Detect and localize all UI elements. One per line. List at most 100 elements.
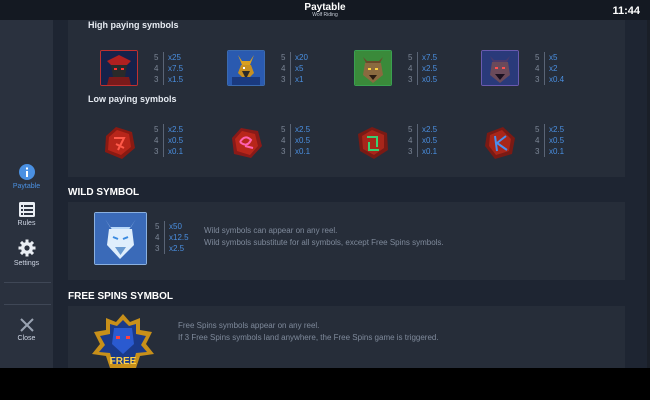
wild-description: Wild symbols can appear on any reel. Wil… [204,225,444,249]
pay-row: 5 x50 [155,221,189,232]
sidebar-item-settings[interactable]: Settings [0,239,53,267]
pay-row: 3 x0.4 [535,74,564,85]
wild-symbol [94,212,147,265]
pay-count: 5 [281,125,286,134]
pay-separator [417,63,418,74]
wild-ice-wolf-icon [95,213,146,264]
game-window: Paytable Wolf Riding 11:44 Paytable Rule… [0,0,650,368]
sidebar-item-paytable[interactable]: Paytable [0,164,53,190]
pay-separator [164,243,165,254]
symbol-high-2 [227,50,265,86]
pay-count: 3 [154,75,159,84]
pay-multiplier: x5 [295,64,304,73]
pay-row: 3 x0.1 [281,146,310,157]
pay-row: 4 x7.5 [154,63,183,74]
paytable-low-2: 5 x2.5 4 x0.5 3 x0.1 [281,124,310,157]
pay-count: 3 [408,147,413,156]
pay-multiplier: x0.1 [295,147,311,156]
pay-multiplier: x20 [295,53,308,62]
pay-multiplier: x2 [549,64,558,73]
pay-count: 5 [155,222,160,231]
clock: 11:44 [612,5,640,17]
pay-count: 4 [408,136,413,145]
pay-separator [290,74,291,85]
wild-section-title: WILD SYMBOL [68,187,140,198]
pay-row: 5 x7.5 [408,52,437,63]
pay-separator [290,146,291,157]
pay-count: 5 [154,53,159,62]
free-spins-description-line: Free Spins symbols appear on any reel. [178,321,320,330]
sidebar-item-rules[interactable]: Rules [0,202,53,227]
sidebar-item-label: Settings [13,260,40,267]
pay-count: 5 [535,125,540,134]
pay-multiplier: x25 [168,53,181,62]
pay-count: 3 [155,244,160,253]
werewolf-green-icon [355,51,391,85]
pay-row: 3 x2.5 [155,243,189,254]
wild-description-line: Wild symbols substitute for all symbols,… [204,238,444,247]
werewolf-purple-icon [482,51,518,85]
pay-multiplier: x7.5 [168,64,184,73]
symbol-low-3 [354,124,392,167]
paytable-content[interactable]: High paying symbols 5x25 4x7.5 3x1.5 [53,20,650,368]
sidebar-divider [4,282,51,283]
pay-multiplier: x2.5 [422,125,438,134]
anubis-jackal-icon [228,51,264,85]
symbol-high-1 [100,50,138,86]
pay-count: 3 [154,147,159,156]
close-button[interactable]: Close [0,318,53,342]
pay-row: 5 x2.5 [154,124,183,135]
paytable-high-1: 5 x25 4 x7.5 3 x1.5 [154,52,183,85]
pay-multiplier: x1 [295,75,304,84]
paytable-high-3: 5 x7.5 4 x2.5 3 x0.5 [408,52,437,85]
pay-separator [163,135,164,146]
rune-stone-red-icon [105,127,135,159]
symbol-low-4 [481,124,519,167]
pay-count: 5 [154,125,159,134]
pay-separator [544,146,545,157]
pay-multiplier: x0.4 [549,75,565,84]
pay-separator [290,124,291,135]
game-name: Wolf Riding [312,12,338,18]
pay-row: 5 x20 [281,52,308,63]
pay-count: 3 [535,147,540,156]
samurai-warrior-icon [101,51,137,85]
paytable-high-4: 5 x5 4 x2 3 x0.4 [535,52,564,85]
pay-multiplier: x7.5 [422,53,438,62]
pay-separator [544,63,545,74]
pay-separator [544,124,545,135]
pay-separator [544,52,545,63]
close-icon [19,318,34,332]
pay-row: 4 x2 [535,63,564,74]
free-spins-description-line: If 3 Free Spins symbols land anywhere, t… [178,333,439,342]
pay-separator [417,74,418,85]
pay-multiplier: x2.5 [549,125,565,134]
pay-separator [417,135,418,146]
pay-separator [163,74,164,85]
pay-separator [163,63,164,74]
pay-count: 5 [408,125,413,134]
sidebar-item-label: Rules [17,220,36,227]
pay-multiplier: x0.1 [422,147,438,156]
pay-separator [163,124,164,135]
pay-multiplier: x2.5 [168,125,184,134]
pay-multiplier: x0.5 [422,136,438,145]
symbol-high-3 [354,50,392,86]
pay-multiplier: x0.5 [549,136,565,145]
pay-row: 3 x1 [281,74,308,85]
pay-count: 5 [281,53,286,62]
pay-count: 4 [535,64,540,73]
pay-separator [163,146,164,157]
paytable-wild: 5 x50 4 x12.5 3 x2.5 [155,221,189,254]
pay-separator [290,52,291,63]
pay-row: 4 x0.5 [281,135,310,146]
pay-count: 3 [281,75,286,84]
symbol-low-1 [100,124,138,167]
pay-separator [290,63,291,74]
pay-multiplier: x5 [549,53,558,62]
pay-row: 4 x2.5 [408,63,437,74]
pay-count: 3 [535,75,540,84]
sidebar-item-label: Paytable [12,183,41,190]
pay-multiplier: x0.1 [168,147,184,156]
pay-row: 3 x0.5 [408,74,437,85]
